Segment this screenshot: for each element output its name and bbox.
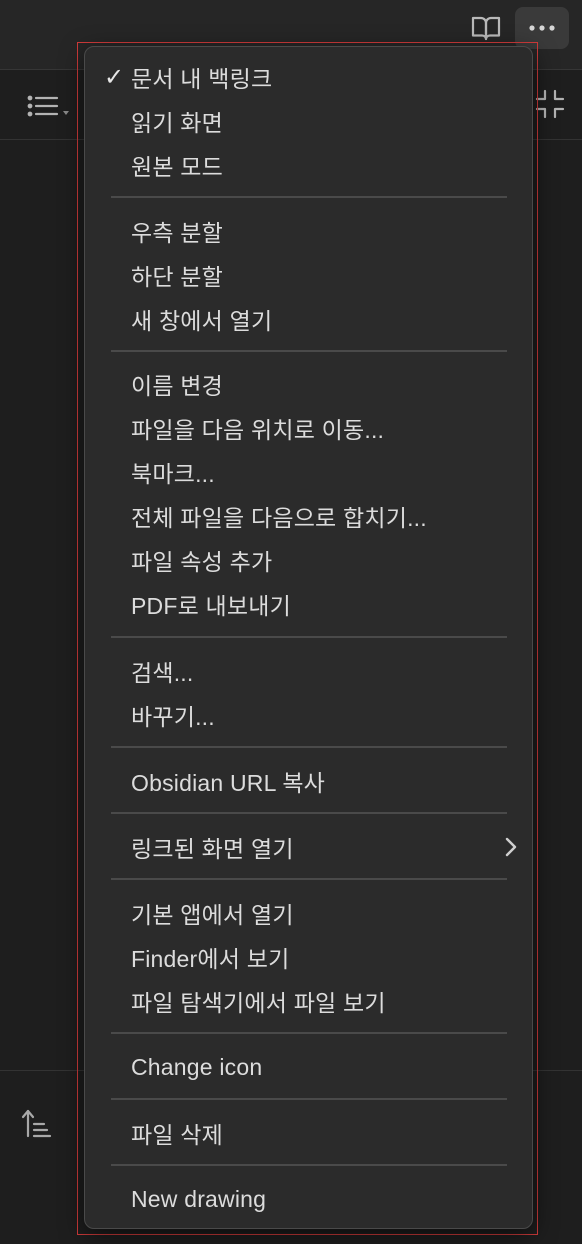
menu-item-backlinks[interactable]: ✓ 문서 내 백링크 [97, 56, 520, 98]
menu-item-open-in-default-app[interactable]: 기본 앱에서 열기 [97, 892, 520, 934]
menu-item-label: 파일 탐색기에서 파일 보기 [131, 990, 386, 1016]
menu-item-source-mode[interactable]: 원본 모드 [97, 144, 520, 186]
menu-separator [111, 636, 507, 638]
menu-item-open-linked-view[interactable]: 링크된 화면 열기 [97, 826, 520, 868]
menu-item-reveal-in-file-explorer[interactable]: 파일 탐색기에서 파일 보기 [97, 980, 520, 1022]
menu-item-move-file[interactable]: 파일을 다음 위치로 이동... [97, 407, 520, 449]
menu-item-replace[interactable]: 바꾸기... [97, 694, 520, 736]
more-options-button[interactable] [515, 7, 569, 49]
menu-item-new-drawing[interactable]: New drawing [97, 1178, 520, 1220]
menu-item-label: New drawing [131, 1185, 267, 1212]
menu-item-find[interactable]: 검색... [97, 650, 520, 692]
menu-item-bookmark[interactable]: 북마크... [97, 451, 520, 493]
menu-item-label: 검색... [131, 660, 194, 686]
menu-item-label: 파일을 다음 위치로 이동... [131, 417, 385, 443]
menu-item-label: Finder에서 보기 [131, 946, 290, 972]
more-horizontal-icon [529, 25, 555, 31]
menu-item-label: Change icon [131, 1053, 263, 1080]
menu-item-rename[interactable]: 이름 변경 [97, 363, 520, 405]
menu-item-label: 바꾸기... [131, 704, 215, 730]
menu-item-delete-file[interactable]: 파일 삭제 [97, 1112, 520, 1154]
menu-item-change-icon[interactable]: Change icon [97, 1046, 520, 1088]
menu-item-label: 문서 내 백링크 [131, 66, 273, 92]
sort-ascending-icon [21, 1109, 52, 1138]
collapse-all-button[interactable] [530, 84, 570, 124]
book-open-icon [471, 16, 501, 41]
menu-item-split-down[interactable]: 하단 분할 [97, 254, 520, 296]
menu-separator [111, 1098, 507, 1100]
obsidian-window: ✓ 문서 내 백링크 읽기 화면 원본 모드 우측 분할 하단 분할 새 창에서… [0, 0, 582, 1244]
menu-item-reading-view[interactable]: 읽기 화면 [97, 100, 520, 142]
menu-item-label: 우측 분할 [131, 220, 224, 246]
menu-item-label: 이름 변경 [131, 373, 224, 399]
minimize-icon [535, 89, 565, 119]
menu-item-label: 하단 분할 [131, 264, 224, 290]
menu-item-label: 파일 삭제 [131, 1122, 224, 1148]
menu-separator [111, 196, 507, 198]
menu-item-label: 파일 속성 추가 [131, 549, 273, 575]
menu-separator [111, 812, 507, 814]
menu-item-label: 링크된 화면 열기 [131, 836, 294, 862]
menu-separator [111, 1164, 507, 1166]
menu-item-export-pdf[interactable]: PDF로 내보내기 [97, 583, 520, 625]
menu-separator [111, 878, 507, 880]
menu-item-add-property[interactable]: 파일 속성 추가 [97, 539, 520, 581]
menu-item-label: 새 창에서 열기 [131, 308, 273, 334]
menu-separator [111, 1032, 507, 1034]
menu-item-label: PDF로 내보내기 [131, 593, 291, 619]
checkmark-icon: ✓ [104, 63, 125, 91]
reading-view-button[interactable] [466, 8, 506, 48]
menu-item-label: Obsidian URL 복사 [131, 770, 326, 796]
menu-separator [111, 350, 507, 352]
menu-item-label: 전체 파일을 다음으로 합치기... [131, 505, 427, 531]
menu-item-merge-file[interactable]: 전체 파일을 다음으로 합치기... [97, 495, 520, 537]
chevron-right-icon [505, 837, 517, 857]
sort-button[interactable] [14, 1102, 58, 1146]
menu-separator [111, 746, 507, 748]
menu-item-reveal-in-finder[interactable]: Finder에서 보기 [97, 936, 520, 978]
menu-item-open-in-new-window[interactable]: 새 창에서 열기 [97, 298, 520, 340]
list-icon [27, 95, 69, 117]
menu-item-label: 북마크... [131, 461, 215, 487]
menu-item-label: 읽기 화면 [131, 110, 224, 136]
menu-item-split-right[interactable]: 우측 분할 [97, 210, 520, 252]
menu-item-label: 원본 모드 [131, 154, 224, 180]
outline-dropdown-button[interactable] [20, 86, 76, 126]
menu-item-copy-obsidian-url[interactable]: Obsidian URL 복사 [97, 760, 520, 802]
more-options-menu: ✓ 문서 내 백링크 읽기 화면 원본 모드 우측 분할 하단 분할 새 창에서… [84, 46, 533, 1229]
menu-item-label: 기본 앱에서 열기 [131, 902, 294, 928]
